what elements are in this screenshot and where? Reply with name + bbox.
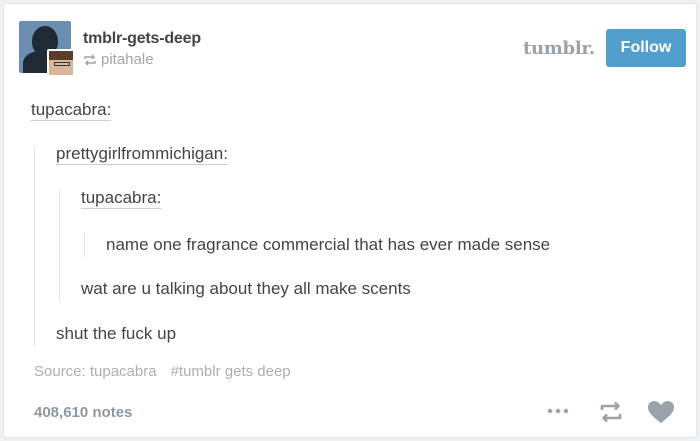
post-card: tmblr-gets-deep pitahale tumblr. Follow … bbox=[3, 3, 697, 438]
username-link[interactable]: prettygirlfrommichigan: bbox=[56, 144, 228, 165]
thread-message: shut the fuck up bbox=[56, 324, 177, 343]
notes-count[interactable]: 408,610 notes bbox=[34, 404, 132, 421]
quote-border bbox=[59, 189, 60, 302]
reblogger-avatar[interactable] bbox=[47, 49, 75, 77]
blog-name-link[interactable]: tmblr-gets-deep bbox=[83, 30, 201, 48]
tag-link[interactable]: #tumblr gets deep bbox=[171, 363, 291, 380]
thread-message: wat are u talking about they all make sc… bbox=[81, 279, 411, 298]
reblogged-from-name[interactable]: pitahale bbox=[101, 51, 154, 68]
reblog-icon[interactable] bbox=[598, 400, 624, 429]
quote-border bbox=[34, 147, 35, 346]
heart-icon[interactable] bbox=[647, 400, 675, 429]
thread-user-2: prettygirlfrommichigan: bbox=[56, 144, 228, 165]
source-link[interactable]: Source: tupacabra bbox=[34, 363, 157, 380]
follow-button[interactable]: Follow bbox=[606, 29, 686, 67]
post-source: Source: tupacabra #tumblr gets deep bbox=[34, 363, 291, 380]
quote-border bbox=[84, 233, 85, 257]
username-link[interactable]: tupacabra: bbox=[81, 188, 162, 209]
thread-message: name one fragrance commercial that has e… bbox=[106, 235, 551, 254]
thread-user-3: tupacabra: bbox=[81, 188, 162, 209]
tumblr-logo[interactable]: tumblr. bbox=[523, 38, 595, 59]
reblogged-from[interactable]: pitahale bbox=[83, 51, 154, 68]
more-dots-icon[interactable] bbox=[547, 404, 569, 423]
thread-user-1: tupacabra: bbox=[31, 100, 112, 121]
reblog-small-icon bbox=[84, 53, 96, 66]
username-link[interactable]: tupacabra: bbox=[31, 100, 112, 121]
